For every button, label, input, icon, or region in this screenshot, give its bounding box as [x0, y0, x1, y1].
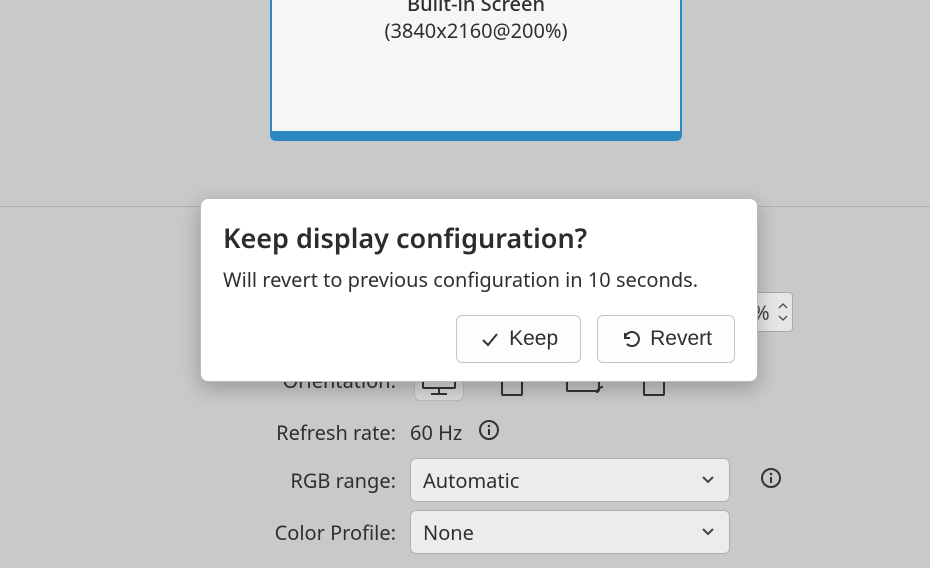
refresh-rate-label: Refresh rate:	[0, 419, 410, 446]
dialog-message: Will revert to previous configuration in…	[223, 266, 735, 293]
info-icon	[759, 466, 783, 495]
color-profile-combobox[interactable]: None	[410, 510, 730, 554]
display-preview-area: Built-in Screen (3840x2160@200%)	[0, 0, 930, 207]
confirm-display-dialog: Keep display configuration? Will revert …	[200, 198, 758, 382]
rgb-range-row: RGB range: Automatic	[0, 456, 930, 504]
dialog-button-row: Keep Revert	[223, 315, 735, 363]
dialog-title: Keep display configuration?	[223, 219, 735, 256]
chevron-up-icon[interactable]	[776, 300, 790, 312]
refresh-rate-info-button[interactable]	[474, 417, 504, 447]
chevron-down-icon	[699, 519, 717, 546]
revert-button[interactable]: Revert	[597, 315, 735, 363]
refresh-rate-row: Refresh rate: 60 Hz	[0, 408, 930, 456]
refresh-rate-value: 60 Hz	[410, 419, 462, 446]
chevron-down-icon[interactable]	[776, 312, 790, 324]
chevron-down-icon	[699, 467, 717, 494]
display-preview-tile[interactable]: Built-in Screen (3840x2160@200%)	[270, 0, 682, 141]
keep-button-label: Keep	[509, 327, 558, 351]
rgb-range-label: RGB range:	[0, 467, 410, 494]
keep-button[interactable]: Keep	[456, 315, 581, 363]
undo-icon	[620, 328, 642, 350]
color-profile-row: Color Profile: None	[0, 508, 930, 556]
rgb-range-combobox[interactable]: Automatic	[410, 458, 730, 502]
display-name-label: Built-in Screen	[272, 0, 680, 17]
revert-button-label: Revert	[650, 327, 712, 351]
check-icon	[479, 328, 501, 350]
color-profile-label: Color Profile:	[0, 519, 410, 546]
rgb-range-value: Automatic	[423, 467, 519, 494]
display-resolution-label: (3840x2160@200%)	[272, 17, 680, 44]
color-profile-value: None	[423, 519, 474, 546]
info-icon	[477, 418, 501, 447]
rgb-range-info-button[interactable]	[756, 465, 786, 495]
